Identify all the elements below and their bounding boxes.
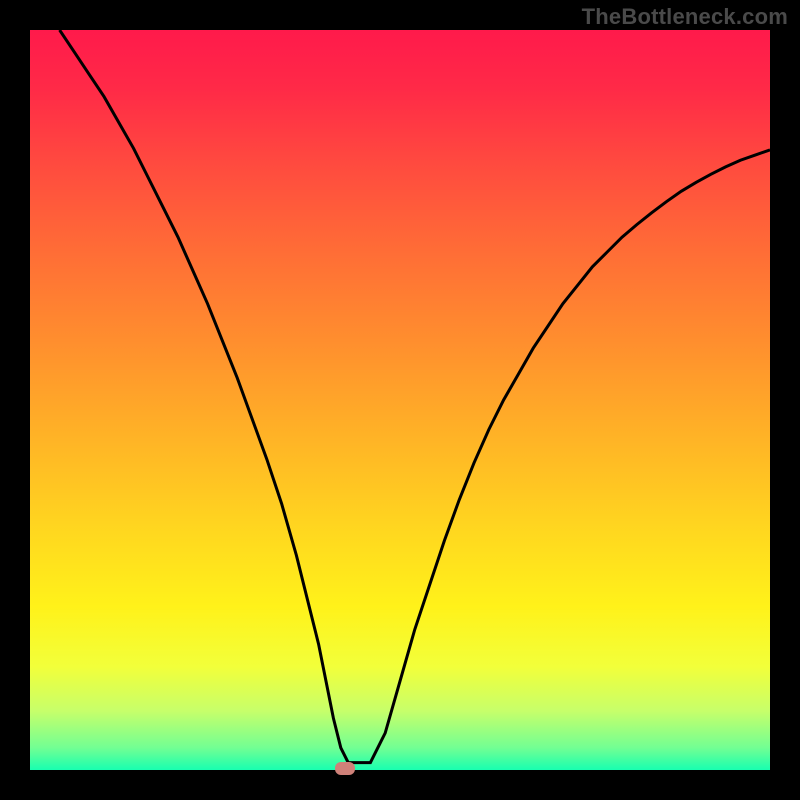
optimal-marker (335, 762, 355, 775)
gradient-rect (30, 30, 770, 770)
gradient-background-with-curve (30, 30, 770, 770)
plot-area (30, 30, 770, 770)
chart-frame: TheBottleneck.com (0, 0, 800, 800)
watermark-text: TheBottleneck.com (582, 4, 788, 30)
